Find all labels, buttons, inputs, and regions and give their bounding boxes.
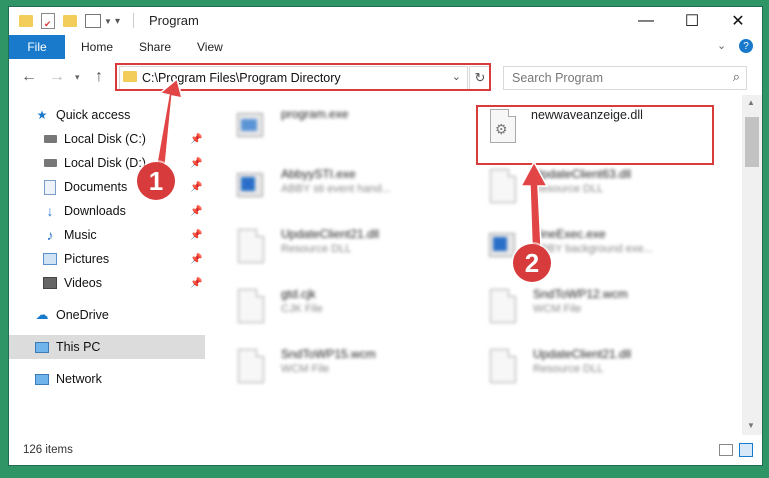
arrow-2-icon (519, 160, 549, 247)
arrow-1-icon (155, 77, 184, 169)
step-2-badge: 2 (513, 244, 551, 282)
annotation-arrows (155, 77, 549, 247)
step-1-badge: 1 (137, 162, 175, 200)
